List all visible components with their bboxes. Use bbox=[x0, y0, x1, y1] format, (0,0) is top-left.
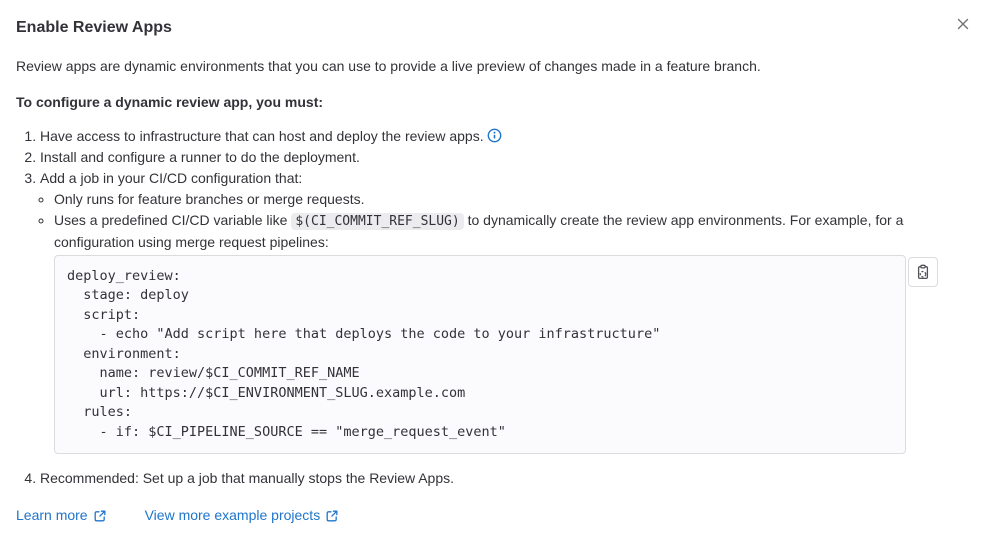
code-block-row: deploy_review: stage: deploy script: - e… bbox=[54, 255, 973, 455]
step-4-text: Recommended: Set up a job that manually … bbox=[40, 470, 454, 486]
learn-more-link[interactable]: Learn more bbox=[16, 505, 107, 526]
configure-subheading: To configure a dynamic review app, you m… bbox=[16, 92, 973, 113]
copy-to-clipboard-icon bbox=[915, 264, 931, 280]
yaml-code: deploy_review: stage: deploy script: - e… bbox=[67, 268, 660, 440]
yaml-code-block: deploy_review: stage: deploy script: - e… bbox=[54, 255, 906, 455]
sub-bullet-1-text: Only runs for feature branches or merge … bbox=[54, 191, 364, 207]
modal-title: Enable Review Apps bbox=[16, 16, 973, 40]
external-link-icon bbox=[93, 509, 107, 523]
step-item-2: Install and configure a runner to do the… bbox=[40, 147, 973, 168]
enable-review-apps-modal: Enable Review Apps Review apps are dynam… bbox=[0, 0, 989, 549]
step-item-1: Have access to infrastructure that can h… bbox=[40, 126, 973, 147]
job-requirements-list: Only runs for feature branches or merge … bbox=[40, 189, 973, 454]
close-button[interactable] bbox=[947, 8, 979, 40]
view-example-projects-label: View more example projects bbox=[145, 505, 321, 526]
info-icon[interactable] bbox=[487, 128, 502, 143]
sub-bullet-1: Only runs for feature branches or merge … bbox=[54, 189, 973, 210]
external-link-icon bbox=[325, 509, 339, 523]
view-example-projects-link[interactable]: View more example projects bbox=[145, 505, 340, 526]
step-item-4: Recommended: Set up a job that manually … bbox=[40, 468, 973, 489]
intro-text: Review apps are dynamic environments tha… bbox=[16, 56, 973, 77]
ci-variable-inline-code: $(CI_COMMIT_REF_SLUG) bbox=[291, 213, 463, 230]
step-item-3: Add a job in your CI/CD configuration th… bbox=[40, 168, 973, 454]
close-icon bbox=[955, 16, 971, 32]
step-3-text: Add a job in your CI/CD configuration th… bbox=[40, 170, 302, 186]
steps-list: Have access to infrastructure that can h… bbox=[16, 126, 973, 489]
step-2-text: Install and configure a runner to do the… bbox=[40, 149, 360, 165]
footer-links: Learn more View more example projects bbox=[16, 505, 973, 526]
step-1-text: Have access to infrastructure that can h… bbox=[40, 128, 484, 144]
copy-code-button[interactable] bbox=[908, 257, 938, 287]
sub-bullet-2-text-before: Uses a predefined CI/CD variable like bbox=[54, 212, 287, 228]
sub-bullet-2: Uses a predefined CI/CD variable like $(… bbox=[54, 210, 973, 454]
learn-more-label: Learn more bbox=[16, 505, 88, 526]
